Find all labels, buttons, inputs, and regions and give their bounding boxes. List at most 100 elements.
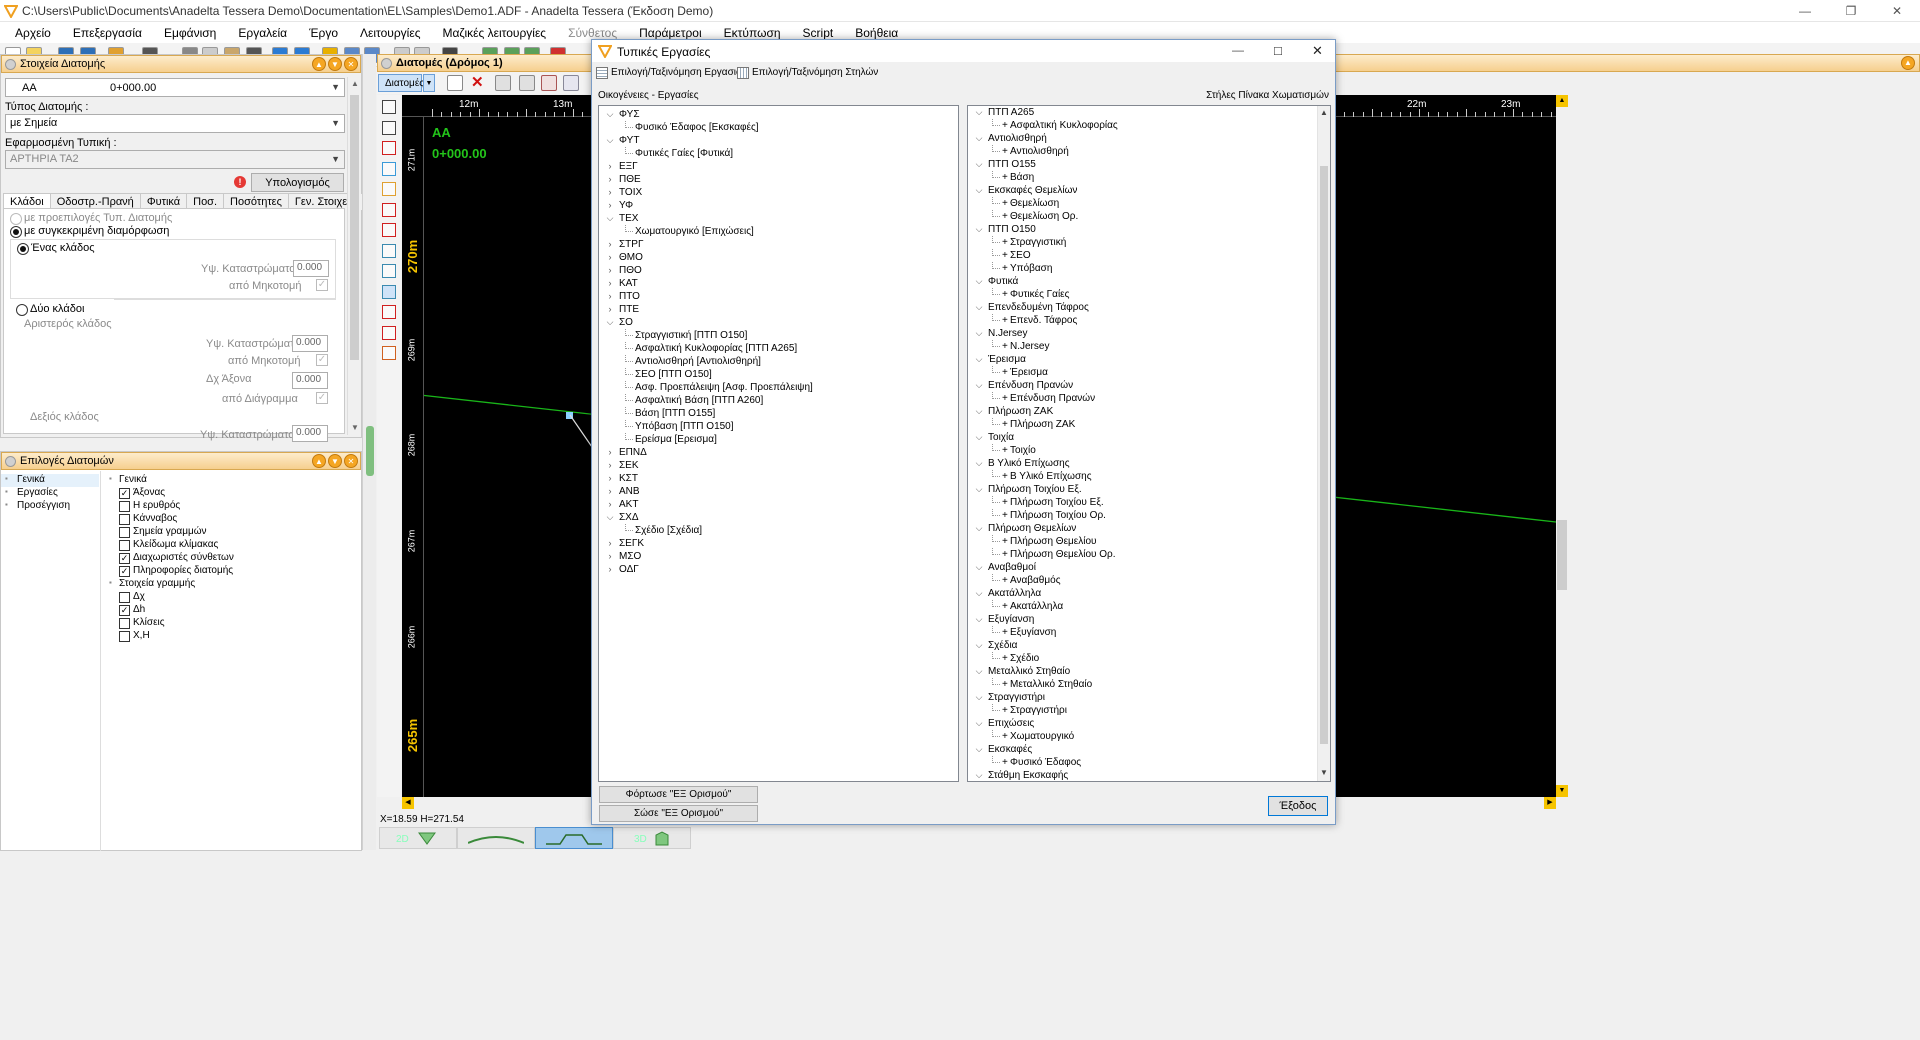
column-node[interactable]: ⌵ Σχέδια [968,639,1316,652]
expand-icon[interactable]: ▼ [328,454,342,468]
column-node[interactable]: ⌵ ΠΤΠ Ο155 [968,158,1316,171]
close-icon[interactable]: ✕ [1874,0,1920,22]
chevron-right-icon[interactable]: › [605,199,615,212]
column-node[interactable]: ⌵ Φυτικά [968,275,1316,288]
new-icon[interactable] [447,75,463,91]
work-node[interactable]: Ασφ. Προεπάλειψη [Ασφ. Προεπάλειψη] [599,381,957,394]
option-checkbox[interactable] [119,514,130,525]
delete-icon[interactable]: ✕ [471,73,484,91]
column-work-node[interactable]: + Χωματουργικό [968,730,1316,743]
scroll-left-icon[interactable]: ◀ [402,797,414,809]
chevron-down-icon[interactable]: ⌵ [605,316,615,329]
section-select[interactable]: ΑΑ 0+000.00 ▼ [5,78,345,97]
sort-columns-button[interactable]: Επιλογή/Ταξινόμηση Στηλών [752,67,878,78]
option-checkbox[interactable] [119,501,130,512]
column-node[interactable]: ⌵ Εξυγίανση [968,613,1316,626]
family-node[interactable]: ⌵ ΤΕΧ [599,212,957,225]
work-node[interactable]: Ερείσμα [Ερεισμα] [599,433,957,446]
column-node[interactable]: ⌵ Ακατάλληλα [968,587,1316,600]
drawing-tool-icon[interactable] [382,346,396,360]
sections-dropdown[interactable]: Διατομές [378,74,424,92]
option-checkbox[interactable] [119,527,130,538]
chevron-down-icon[interactable]: ⌵ [974,431,984,444]
column-node[interactable]: ⌵ Έρεισμα [968,353,1316,366]
column-node[interactable]: ⌵ Αναβαθμοί [968,561,1316,574]
family-node[interactable]: › ΥΦ [599,199,957,212]
chevron-down-icon[interactable]: ⌵ [974,587,984,600]
column-work-node[interactable]: + Σχέδιο [968,652,1316,665]
option-checkbox[interactable] [119,540,130,551]
menu-item[interactable]: Επεξεργασία [62,26,153,40]
column-work-node[interactable]: + Τοιχίο [968,444,1316,457]
dx-axis-input[interactable]: 0.000 [292,372,328,389]
columns-tree[interactable]: ▲ ▼ ⌵ ΠΤΠ Α265 + Ασφαλτική Κυκλοφορίας ⌵ Αντι… [967,105,1331,782]
zoom-icon[interactable] [541,75,557,91]
column-node[interactable]: ⌵ Επιχώσεις [968,717,1316,730]
view-tab-3d[interactable]: 3D [613,827,691,849]
column-work-node[interactable]: + Θεμελίωση Ορ. [968,210,1316,223]
chevron-down-icon[interactable]: ⌵ [974,457,984,470]
column-work-node[interactable]: + Στραγγιστήρι [968,704,1316,717]
work-node[interactable]: Σχέδιο [Σχέδια] [599,524,957,537]
save-default-button[interactable]: Σώσε "ΕΞ Ορισμού" [599,805,758,822]
chevron-down-icon[interactable]: ⌵ [974,184,984,197]
one-branch-radio[interactable] [17,243,29,255]
expand-icon[interactable]: ▼ [328,57,342,71]
settings-icon[interactable] [563,75,579,91]
column-node[interactable]: ⌵ Στραγγιστήρι [968,691,1316,704]
drawing-tool-icon[interactable] [382,305,396,319]
column-node[interactable]: ⌵ ΠΤΠ Ο150 [968,223,1316,236]
column-work-node[interactable]: + Επενδ. Τάφρος [968,314,1316,327]
column-work-node[interactable]: + Επένδυση Πρανών [968,392,1316,405]
family-node[interactable]: › ΣΕΚ [599,459,957,472]
column-work-node[interactable]: + Β Υλικό Επίχωσης [968,470,1316,483]
close-icon[interactable]: ✕ [344,57,358,71]
paste-icon[interactable] [519,75,535,91]
chevron-down-icon[interactable]: ⌵ [974,639,984,652]
chevron-down-icon[interactable]: ⌵ [974,717,984,730]
family-node[interactable]: › ΕΠΝΔ [599,446,957,459]
chevron-down-icon[interactable]: ⌵ [974,769,984,781]
load-default-button[interactable]: Φόρτωσε "ΕΞ Ορισμού" [599,786,758,803]
menu-item[interactable]: Εργαλεία [227,26,298,40]
minimize-icon[interactable]: — [1232,43,1244,57]
family-node[interactable]: › ΘΜΟ [599,251,957,264]
family-node[interactable]: › ΠΘΟ [599,264,957,277]
work-node[interactable]: Φυτικές Γαίες [Φυτικά] [599,147,957,160]
drawing-tool-icon[interactable] [382,284,396,299]
column-work-node[interactable]: + Βάση [968,171,1316,184]
chevron-down-icon[interactable]: ⌵ [605,108,615,121]
column-node[interactable]: ⌵ Εκσκαφές Θεμελίων [968,184,1316,197]
column-node[interactable]: ⌵ Πλήρωση Θεμελίων [968,522,1316,535]
options-nav-item[interactable]: ▪ Εργασίες [1,487,99,500]
column-work-node[interactable]: + Υπόβαση [968,262,1316,275]
work-node[interactable]: Φυσικό Έδαφος [Εκσκαφές] [599,121,957,134]
drawing-tool-icon[interactable] [382,223,396,237]
columns-scrollbar[interactable]: ▲ ▼ [1317,106,1330,781]
chevron-down-icon[interactable]: ⌵ [974,223,984,236]
chevron-down-icon[interactable]: ⌵ [974,522,984,535]
column-work-node[interactable]: + Μεταλλικό Στηθαίο [968,678,1316,691]
menu-item[interactable]: Script [792,26,845,40]
column-work-node[interactable]: + ΣΕΟ [968,249,1316,262]
family-node[interactable]: › ΠΤΟ [599,290,957,303]
two-branches-radio[interactable] [16,304,28,316]
column-work-node[interactable]: + Έρεισμα [968,366,1316,379]
column-work-node[interactable]: + Πλήρωση ΖΑΚ [968,418,1316,431]
column-work-node[interactable]: + Αναβαθμός [968,574,1316,587]
embankment-height-input[interactable]: 0.000 [293,260,329,277]
families-tree[interactable]: ⌵ ΦΥΣ Φυσικό Έδαφος [Εκσκαφές] ⌵ ΦΥΤ Φυτικές … [598,105,959,782]
work-node[interactable]: Βάση [ΠΤΠ Ο155] [599,407,957,420]
splitter-handle[interactable] [366,426,374,476]
close-icon[interactable]: ✕ [344,454,358,468]
work-node[interactable]: Ασφαλτική Κυκλοφορίας [ΠΤΠ Α265] [599,342,957,355]
family-node[interactable]: › ΠΤΕ [599,303,957,316]
column-node[interactable]: ⌵ Εκσκαφές [968,743,1316,756]
family-node[interactable]: › ΣΤΡΓ [599,238,957,251]
minimize-icon[interactable]: — [1782,0,1828,22]
column-node[interactable]: ⌵ ΠΤΠ Α265 [968,106,1316,119]
chevron-down-icon[interactable]: ⌵ [974,665,984,678]
chevron-down-icon[interactable]: ⌵ [605,212,615,225]
column-node[interactable]: ⌵ Πλήρωση Τοιχίου Εξ. [968,483,1316,496]
column-work-node[interactable]: + Ακατάλληλα [968,600,1316,613]
